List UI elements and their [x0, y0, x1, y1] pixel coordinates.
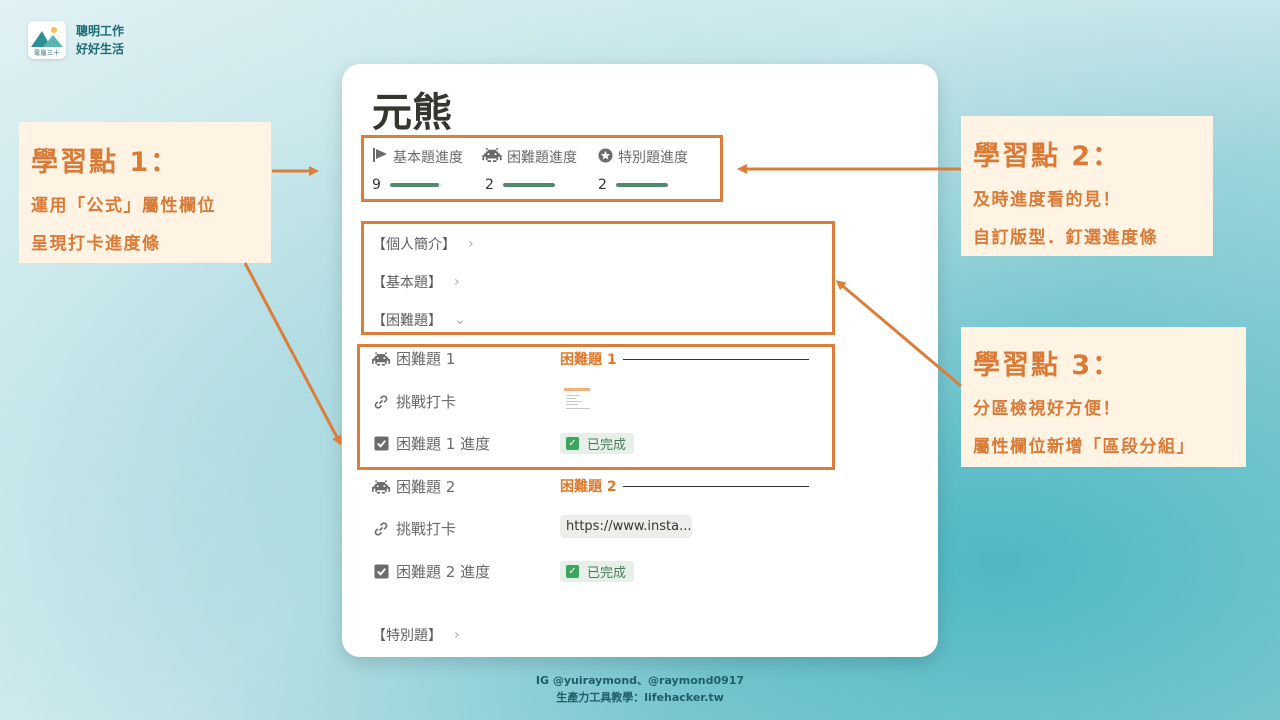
arrow-point-1-to-hard1-progress: [243, 262, 342, 446]
arrow-point-3-to-toggles: [835, 280, 962, 388]
footer-site: 生產力工具教學：lifehacker.tw: [556, 691, 724, 704]
annotation-arrows: [243, 164, 962, 446]
footer-ig: IG @yuiraymond、@raymond0917: [535, 674, 745, 687]
